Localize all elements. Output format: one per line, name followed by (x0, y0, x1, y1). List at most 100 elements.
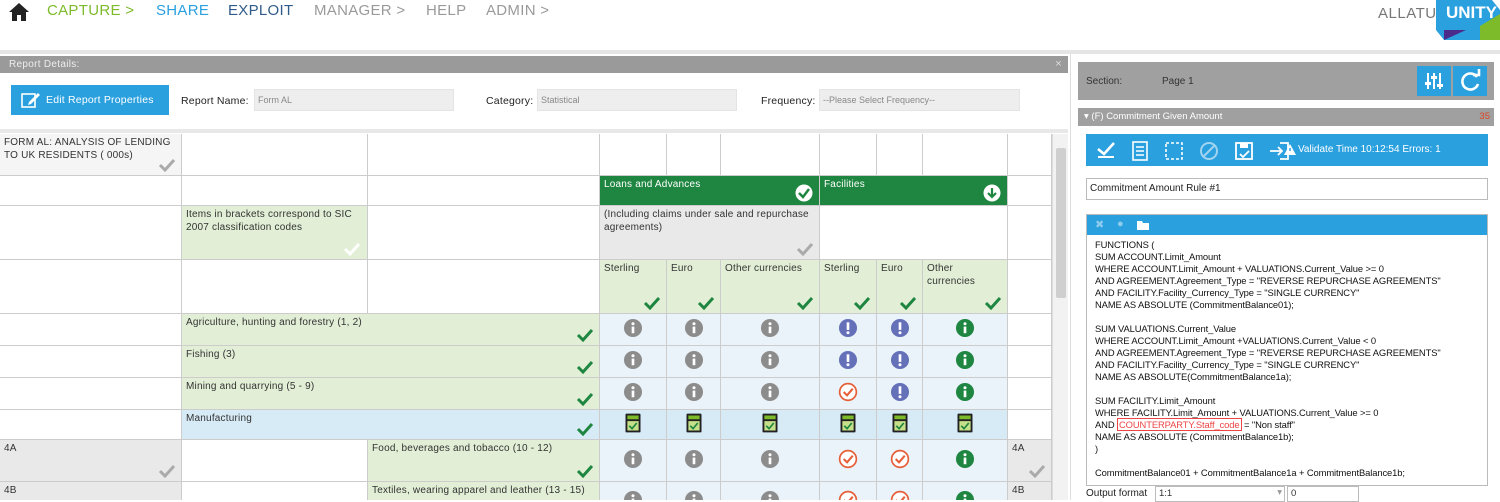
grid-cell[interactable] (182, 134, 368, 176)
grid-scrollbar[interactable] (1052, 134, 1068, 500)
alert-icon[interactable] (890, 318, 909, 341)
calculator-icon[interactable] (840, 413, 856, 436)
select-area-icon[interactable] (1164, 141, 1184, 161)
value-cell[interactable] (877, 482, 923, 500)
calculator-icon[interactable] (625, 413, 641, 436)
row-code-cell[interactable]: 4A (0, 440, 182, 482)
value-cell[interactable] (667, 314, 721, 346)
info-icon[interactable] (760, 382, 780, 405)
grid-cell[interactable] (1008, 176, 1052, 206)
info-icon[interactable] (684, 490, 703, 500)
value-cell[interactable] (820, 440, 877, 482)
value-cell[interactable] (820, 378, 877, 410)
info-icon[interactable] (760, 318, 780, 341)
info-icon[interactable] (955, 318, 975, 341)
category-input[interactable]: Statistical (537, 89, 737, 111)
grid-cell[interactable] (820, 134, 877, 176)
folder-icon[interactable] (1137, 220, 1149, 230)
value-cell[interactable] (600, 378, 667, 410)
check-circle-icon[interactable] (838, 490, 858, 500)
grid-cell[interactable] (721, 134, 820, 176)
grid-cell[interactable] (368, 206, 600, 260)
grid-cell[interactable] (368, 176, 600, 206)
grid-cell[interactable] (1008, 206, 1052, 260)
row-label-cell[interactable]: Agriculture, hunting and forestry (1, 2) (182, 314, 600, 346)
rule-code-editor[interactable]: ✖ ● FUNCTIONS (SUM ACCOUNT.Limit_Amount W… (1086, 214, 1488, 486)
claims-note-cell[interactable]: (Including claims under sale and repurch… (600, 206, 820, 260)
value-cell[interactable] (600, 410, 667, 440)
nav-manager[interactable]: MANAGER > (314, 2, 405, 19)
grid-cell[interactable] (368, 134, 600, 176)
grid-cell[interactable] (1008, 260, 1052, 314)
download-icon[interactable] (982, 184, 1002, 202)
record-icon[interactable]: ● (1117, 218, 1124, 230)
row-label-cell[interactable]: Mining and quarrying (5 - 9) (182, 378, 600, 410)
grid-cell[interactable] (182, 482, 368, 500)
chevron-down-icon[interactable]: ▾ (1277, 487, 1282, 498)
grid-cell[interactable] (877, 134, 923, 176)
value-cell[interactable] (721, 482, 820, 500)
home-icon[interactable] (8, 2, 30, 22)
info-icon[interactable] (760, 490, 780, 500)
disable-icon[interactable] (1199, 141, 1219, 161)
info-icon[interactable] (955, 350, 975, 373)
calculator-icon[interactable] (957, 413, 973, 436)
info-icon[interactable] (684, 350, 703, 373)
edit-report-properties-button[interactable]: Edit Report Properties (11, 85, 169, 115)
column-header-6[interactable]: Other currencies (923, 260, 1008, 314)
grid-cell[interactable] (0, 206, 182, 260)
nav-help[interactable]: HELP (426, 2, 466, 19)
value-cell[interactable] (820, 346, 877, 378)
grid-cell[interactable] (1008, 314, 1052, 346)
value-cell[interactable] (721, 314, 820, 346)
grid-cell[interactable] (182, 176, 368, 206)
close-icon[interactable]: × (1055, 58, 1062, 70)
value-cell[interactable] (667, 482, 721, 500)
calculator-icon[interactable] (892, 413, 907, 436)
value-cell[interactable] (600, 440, 667, 482)
value-cell[interactable] (820, 314, 877, 346)
grid-cell[interactable] (182, 440, 368, 482)
grid-cell[interactable] (0, 410, 182, 440)
nav-admin[interactable]: ADMIN > (486, 2, 549, 19)
save-icon[interactable] (1234, 141, 1254, 161)
check-circle-icon[interactable] (890, 449, 909, 472)
value-cell[interactable] (877, 346, 923, 378)
document-icon[interactable] (1131, 141, 1149, 161)
calculator-icon[interactable] (686, 413, 701, 436)
report-name-input[interactable]: Form AL (254, 89, 454, 111)
sic-note-cell[interactable]: Items in brackets correspond to SIC 2007… (182, 206, 368, 260)
value-cell[interactable] (877, 440, 923, 482)
grid-cell[interactable] (1008, 410, 1052, 440)
value-cell[interactable] (721, 440, 820, 482)
check-circle-icon[interactable] (838, 382, 858, 405)
value-cell[interactable] (600, 482, 667, 500)
value-cell[interactable] (721, 378, 820, 410)
value-cell[interactable] (667, 410, 721, 440)
row-label-cell[interactable]: Manufacturing (182, 410, 600, 440)
info-icon[interactable] (623, 490, 643, 500)
frequency-select[interactable]: --Please Select Frequency-- (819, 89, 1020, 111)
filter-settings-button[interactable] (1417, 66, 1451, 96)
alert-icon[interactable] (838, 318, 858, 341)
row-label-cell[interactable]: Textiles, wearing apparel and leather (1… (368, 482, 600, 500)
collapse-triangle-icon[interactable]: ▾ (1084, 111, 1089, 122)
column-header-2[interactable]: Euro (667, 260, 721, 314)
alert-icon[interactable] (890, 350, 909, 373)
rule-name-input[interactable]: Commitment Amount Rule #1 (1086, 178, 1488, 200)
info-icon[interactable] (623, 350, 643, 373)
facilities-header[interactable]: Facilities (820, 176, 1008, 206)
grid-cell[interactable] (923, 134, 1008, 176)
grid-cell[interactable] (1008, 346, 1052, 378)
error-highlight[interactable]: COUNTERPARTY.Staff_code (1117, 418, 1242, 431)
value-cell[interactable] (877, 378, 923, 410)
value-cell[interactable] (923, 378, 1008, 410)
value-cell[interactable] (877, 314, 923, 346)
value-cell[interactable] (667, 346, 721, 378)
grid-cell[interactable] (182, 260, 368, 314)
info-icon[interactable] (684, 382, 703, 405)
column-header-1[interactable]: Sterling (600, 260, 667, 314)
value-cell[interactable] (923, 314, 1008, 346)
value-cell[interactable] (877, 410, 923, 440)
validate-check-icon[interactable] (1096, 141, 1116, 159)
